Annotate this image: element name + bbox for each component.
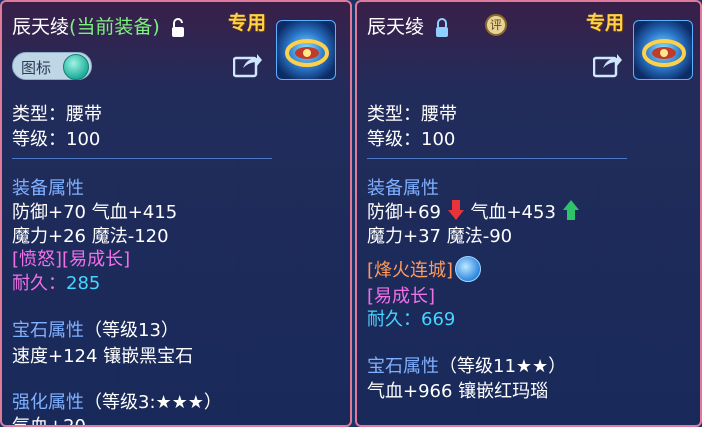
special-skill-line: [烽火连城]	[367, 256, 482, 282]
durability: 耐久：285	[12, 269, 100, 295]
lock-open-icon[interactable]	[170, 17, 186, 38]
compare-item-panel: 辰天绫 评 专用 类型：腰带 等级：100 装备属性 防御+69 气血+453 …	[355, 0, 702, 427]
equip-attr-heading: 装备属性	[12, 178, 84, 199]
gem-attr-heading: 宝石属性	[12, 320, 84, 341]
divider	[367, 158, 627, 159]
item-title: 辰天绫	[367, 12, 450, 39]
exclusive-label: 专用	[228, 12, 267, 34]
durability-value: 669	[421, 309, 456, 330]
belt-item-icon	[276, 20, 336, 80]
gem-attr-heading-line: 宝石属性（等级13）	[12, 316, 179, 342]
up-arrow-icon	[562, 200, 579, 220]
item-name: 辰天绫	[12, 16, 70, 38]
share-icon[interactable]	[233, 52, 263, 78]
enhance-attr-heading-line: 强化属性（等级3:★★★）	[12, 388, 222, 414]
attr-line-1: 防御+70 气血+415	[12, 202, 178, 223]
exclusive-label: 专用	[586, 12, 625, 34]
durability-label: 耐久：	[367, 309, 421, 330]
attr-line-1: 防御+69 气血+453	[367, 198, 580, 224]
lock-closed-icon[interactable]	[434, 17, 450, 38]
equipped-tag: (当前装备)	[69, 16, 160, 38]
item-level: 等级：100	[12, 129, 101, 150]
icon-toggle[interactable]: 图标	[12, 52, 92, 80]
share-icon[interactable]	[593, 52, 623, 78]
divider	[12, 158, 272, 159]
item-type: 类型：腰带	[367, 104, 457, 125]
item-type: 类型：腰带	[12, 104, 102, 125]
toggle-knob	[63, 54, 89, 80]
appraise-badge[interactable]: 评	[485, 14, 507, 36]
enhance-level: （等级3:★★★）	[84, 392, 222, 413]
item-name: 辰天绫	[367, 16, 425, 38]
icon-toggle-label: 图标	[21, 59, 52, 77]
enhance-line: 气血+20	[12, 416, 86, 427]
down-arrow-icon	[447, 200, 464, 220]
item-title: 辰天绫(当前装备)	[12, 12, 186, 39]
belt-item-icon	[633, 20, 693, 80]
attr-line-2: 魔力+37 魔法-90	[367, 226, 513, 247]
attr-hp: 气血+453	[470, 202, 556, 223]
gem-level: （等级11★★）	[439, 356, 567, 377]
gem-attr-heading-line: 宝石属性（等级11★★）	[367, 352, 566, 378]
durability-value: 285	[66, 273, 101, 294]
gem-line: 气血+966 镶嵌红玛瑙	[367, 381, 549, 402]
gem-level: （等级13）	[84, 320, 179, 341]
special-skill: [烽火连城]	[367, 260, 454, 281]
durability-label: 耐久：	[12, 273, 66, 294]
gem-attr-heading: 宝石属性	[367, 356, 439, 377]
gem-line: 速度+124 镶嵌黑宝石	[12, 346, 194, 367]
item-level: 等级：100	[367, 129, 456, 150]
durability: 耐久：669	[367, 305, 455, 331]
special-tags: [愤怒][易成长]	[12, 249, 131, 270]
attr-defense: 防御+69	[367, 202, 441, 223]
equip-attr-heading: 装备属性	[367, 178, 439, 199]
enhance-attr-heading: 强化属性	[12, 392, 84, 413]
skill-icon[interactable]	[455, 256, 482, 282]
equipped-item-panel: 辰天绫(当前装备) 专用 图标 类型：腰带 等级：100 装备属性 防御+70 …	[0, 0, 352, 427]
